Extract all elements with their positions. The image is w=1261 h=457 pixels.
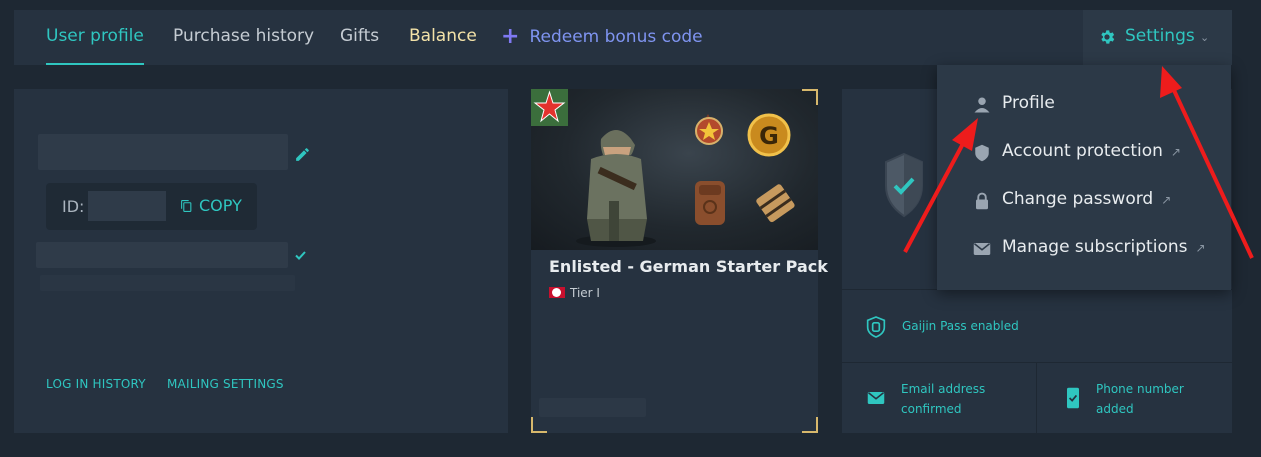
- copy-icon: [181, 200, 192, 212]
- settings-dropdown-menu: Profile Account protection ↗ Change passw…: [937, 65, 1231, 290]
- frame-corner-bottom-right: [802, 417, 818, 433]
- copy-id-button[interactable]: COPY: [180, 196, 242, 215]
- menu-change-password-text: Change password ↗: [1002, 189, 1171, 209]
- menu-item-manage-subscriptions[interactable]: Manage subscriptions ↗: [937, 227, 1231, 273]
- email-redacted: [36, 242, 288, 268]
- product-card[interactable]: G Enlisted - German Starter Pack Tier I: [531, 89, 828, 433]
- tab-user-profile-label: User profile: [46, 26, 144, 46]
- product-title: Enlisted - German Starter Pack: [549, 257, 828, 276]
- phone-check-icon: [1067, 387, 1079, 409]
- tab-gifts[interactable]: Gifts: [340, 10, 379, 65]
- menu-item-change-password[interactable]: Change password ↗: [937, 179, 1231, 225]
- external-link-icon: ↗: [1170, 145, 1181, 159]
- email-status-line2: confirmed: [901, 402, 962, 416]
- user-icon: [974, 97, 990, 113]
- settings-label: Settings: [1125, 26, 1195, 46]
- phone-status: Phone number added: [1096, 379, 1184, 419]
- divider: [1036, 363, 1037, 434]
- phone-status-line1: Phone number: [1096, 382, 1184, 396]
- chevron-down-icon: ⌄: [1200, 31, 1210, 44]
- gaijin-pass-status: Gaijin Pass enabled: [902, 319, 1019, 333]
- email-status: Email address confirmed: [901, 379, 985, 419]
- settings-button[interactable]: Settings ⌄: [1083, 10, 1232, 65]
- menu-item-profile[interactable]: Profile: [937, 83, 1231, 129]
- username-redacted: [38, 134, 288, 170]
- gaijin-pass-icon: [866, 316, 886, 338]
- id-label: ID:: [62, 197, 85, 216]
- top-navigation: User profile Purchase history Gifts Bala…: [14, 10, 1232, 65]
- lock-icon: [976, 192, 988, 210]
- svg-text:G: G: [759, 122, 779, 150]
- user-id-box: ID: COPY: [46, 183, 257, 230]
- tab-user-profile[interactable]: User profile: [46, 10, 144, 65]
- shield-icon: [975, 144, 989, 162]
- mailing-settings-link[interactable]: MAILING SETTINGS: [167, 377, 284, 391]
- contact-status-row: Email address confirmed Phone number added: [842, 362, 1232, 434]
- tier-label: Tier I: [570, 286, 600, 300]
- gaijin-pass-row: Gaijin Pass enabled: [842, 289, 1232, 363]
- pencil-icon[interactable]: [294, 146, 311, 163]
- menu-manage-subscriptions-label: Manage subscriptions: [1002, 237, 1188, 257]
- tab-gifts-label: Gifts: [340, 26, 380, 46]
- soldier-illustration: G: [531, 89, 795, 247]
- product-image: G: [531, 89, 818, 250]
- tab-balance[interactable]: Balance: [409, 10, 477, 65]
- menu-manage-subscriptions-text: Manage subscriptions ↗: [1002, 237, 1206, 257]
- external-link-icon: ↗: [1161, 193, 1172, 207]
- frame-corner-top-right: [802, 89, 818, 105]
- envelope-check-icon: [867, 392, 885, 404]
- menu-account-protection-text: Account protection ↗: [1002, 141, 1181, 161]
- shield-check-icon: [885, 152, 923, 218]
- copy-label: COPY: [199, 196, 242, 215]
- secondary-info-redacted: [40, 275, 295, 291]
- tab-purchase-history[interactable]: Purchase history: [173, 10, 314, 65]
- frame-corner-bottom-left: [531, 417, 547, 433]
- tab-redeem-bonus-code[interactable]: + Redeem bonus code: [501, 10, 703, 65]
- menu-profile-label: Profile: [1002, 93, 1055, 113]
- nation-flag-icon: [549, 287, 565, 298]
- product-tier: Tier I: [549, 286, 600, 300]
- plus-icon: +: [501, 24, 520, 49]
- phone-status-line2: added: [1096, 402, 1134, 416]
- tab-purchase-history-label: Purchase history: [173, 26, 315, 46]
- price-redacted: [539, 398, 646, 417]
- menu-account-protection-label: Account protection: [1002, 141, 1163, 161]
- gear-icon: [1101, 30, 1115, 44]
- external-link-icon: ↗: [1195, 241, 1206, 255]
- profile-card: ID: COPY LOG IN HISTORY MAILING SETTINGS: [14, 89, 508, 433]
- checkmark-icon: [295, 251, 306, 260]
- log-in-history-link[interactable]: LOG IN HISTORY: [46, 377, 146, 391]
- envelope-icon: [973, 243, 991, 255]
- user-id-redacted: [88, 191, 166, 221]
- menu-change-password-label: Change password: [1002, 189, 1154, 209]
- email-status-line1: Email address: [901, 382, 986, 396]
- tab-balance-label: Balance: [409, 26, 477, 46]
- tab-redeem-label: Redeem bonus code: [529, 27, 703, 47]
- menu-item-account-protection[interactable]: Account protection ↗: [937, 131, 1231, 177]
